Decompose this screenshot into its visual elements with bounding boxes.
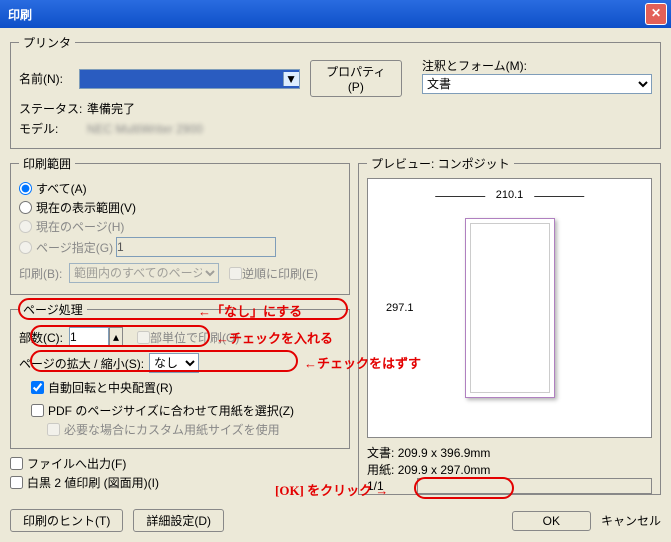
handling-legend: ページ処理: [19, 301, 87, 318]
scale-label: ページの拡大 / 縮小(S):: [19, 355, 149, 372]
comments-select[interactable]: 文書: [422, 74, 652, 94]
model-value: NEC MultiWriter 2900: [87, 122, 203, 136]
subset-label: 印刷(B):: [19, 265, 69, 282]
advanced-button[interactable]: 詳細設定(D): [133, 509, 224, 532]
range-legend: 印刷範囲: [19, 155, 75, 172]
pages-input: [116, 237, 276, 257]
preview-width: 210.1: [496, 189, 524, 201]
auto-rotate-check[interactable]: [31, 381, 44, 394]
window-title: 印刷: [4, 6, 645, 23]
bw-check[interactable]: [10, 476, 23, 489]
copies-spin[interactable]: ▴: [109, 327, 123, 347]
hint-button[interactable]: 印刷のヒント(T): [10, 509, 123, 532]
preview-canvas: 210.1 297.1: [367, 178, 652, 438]
scale-select[interactable]: なし: [149, 353, 199, 373]
copies-input[interactable]: [69, 327, 109, 347]
cancel-button[interactable]: キャンセル: [601, 512, 661, 529]
preview-height: 297.1: [386, 302, 414, 314]
range-group: 印刷範囲 すべて(A) 現在の表示範囲(V) 現在のページ(H) ページ指定(G…: [10, 155, 350, 295]
preview-group: プレビュー: コンポジット 210.1 297.1 文書: 209.9 x 39…: [358, 155, 661, 495]
name-label: 名前(N):: [19, 70, 79, 87]
subset-select: 範囲内のすべてのページ: [69, 263, 219, 283]
close-icon[interactable]: ✕: [645, 3, 667, 25]
printer-group: プリンタ 名前(N): ▼ プロパティ(P) ステータス: 準備完了 モデル: …: [10, 34, 661, 149]
preview-legend: プレビュー: コンポジット: [367, 155, 514, 172]
printer-legend: プリンタ: [19, 34, 75, 51]
status-value: 準備完了: [87, 100, 135, 117]
page-scrollbar[interactable]: [417, 478, 652, 494]
model-label: モデル:: [19, 120, 87, 137]
file-out-check[interactable]: [10, 457, 23, 470]
printer-name-select[interactable]: ▼: [79, 69, 300, 89]
range-view-radio[interactable]: [19, 201, 32, 214]
pdf-size-check[interactable]: [31, 404, 44, 417]
properties-button[interactable]: プロパティ(P): [310, 60, 402, 97]
titlebar: 印刷 ✕: [0, 0, 671, 28]
range-all-radio[interactable]: [19, 182, 32, 195]
range-pages-radio: [19, 241, 32, 254]
collate-check: [137, 331, 150, 344]
comments-label: 注釈とフォーム(M):: [422, 57, 652, 74]
range-page-radio: [19, 220, 32, 233]
reverse-check: [229, 267, 242, 280]
custom-check: [47, 423, 60, 436]
page-thumbnail: [465, 218, 555, 398]
handling-group: ページ処理 部数(C): ▴ 部単位で印刷(O) ページの拡大 / 縮小(S):…: [10, 301, 350, 449]
status-label: ステータス:: [19, 100, 87, 117]
ok-button[interactable]: OK: [512, 511, 591, 531]
copies-label: 部数(C):: [19, 329, 69, 346]
